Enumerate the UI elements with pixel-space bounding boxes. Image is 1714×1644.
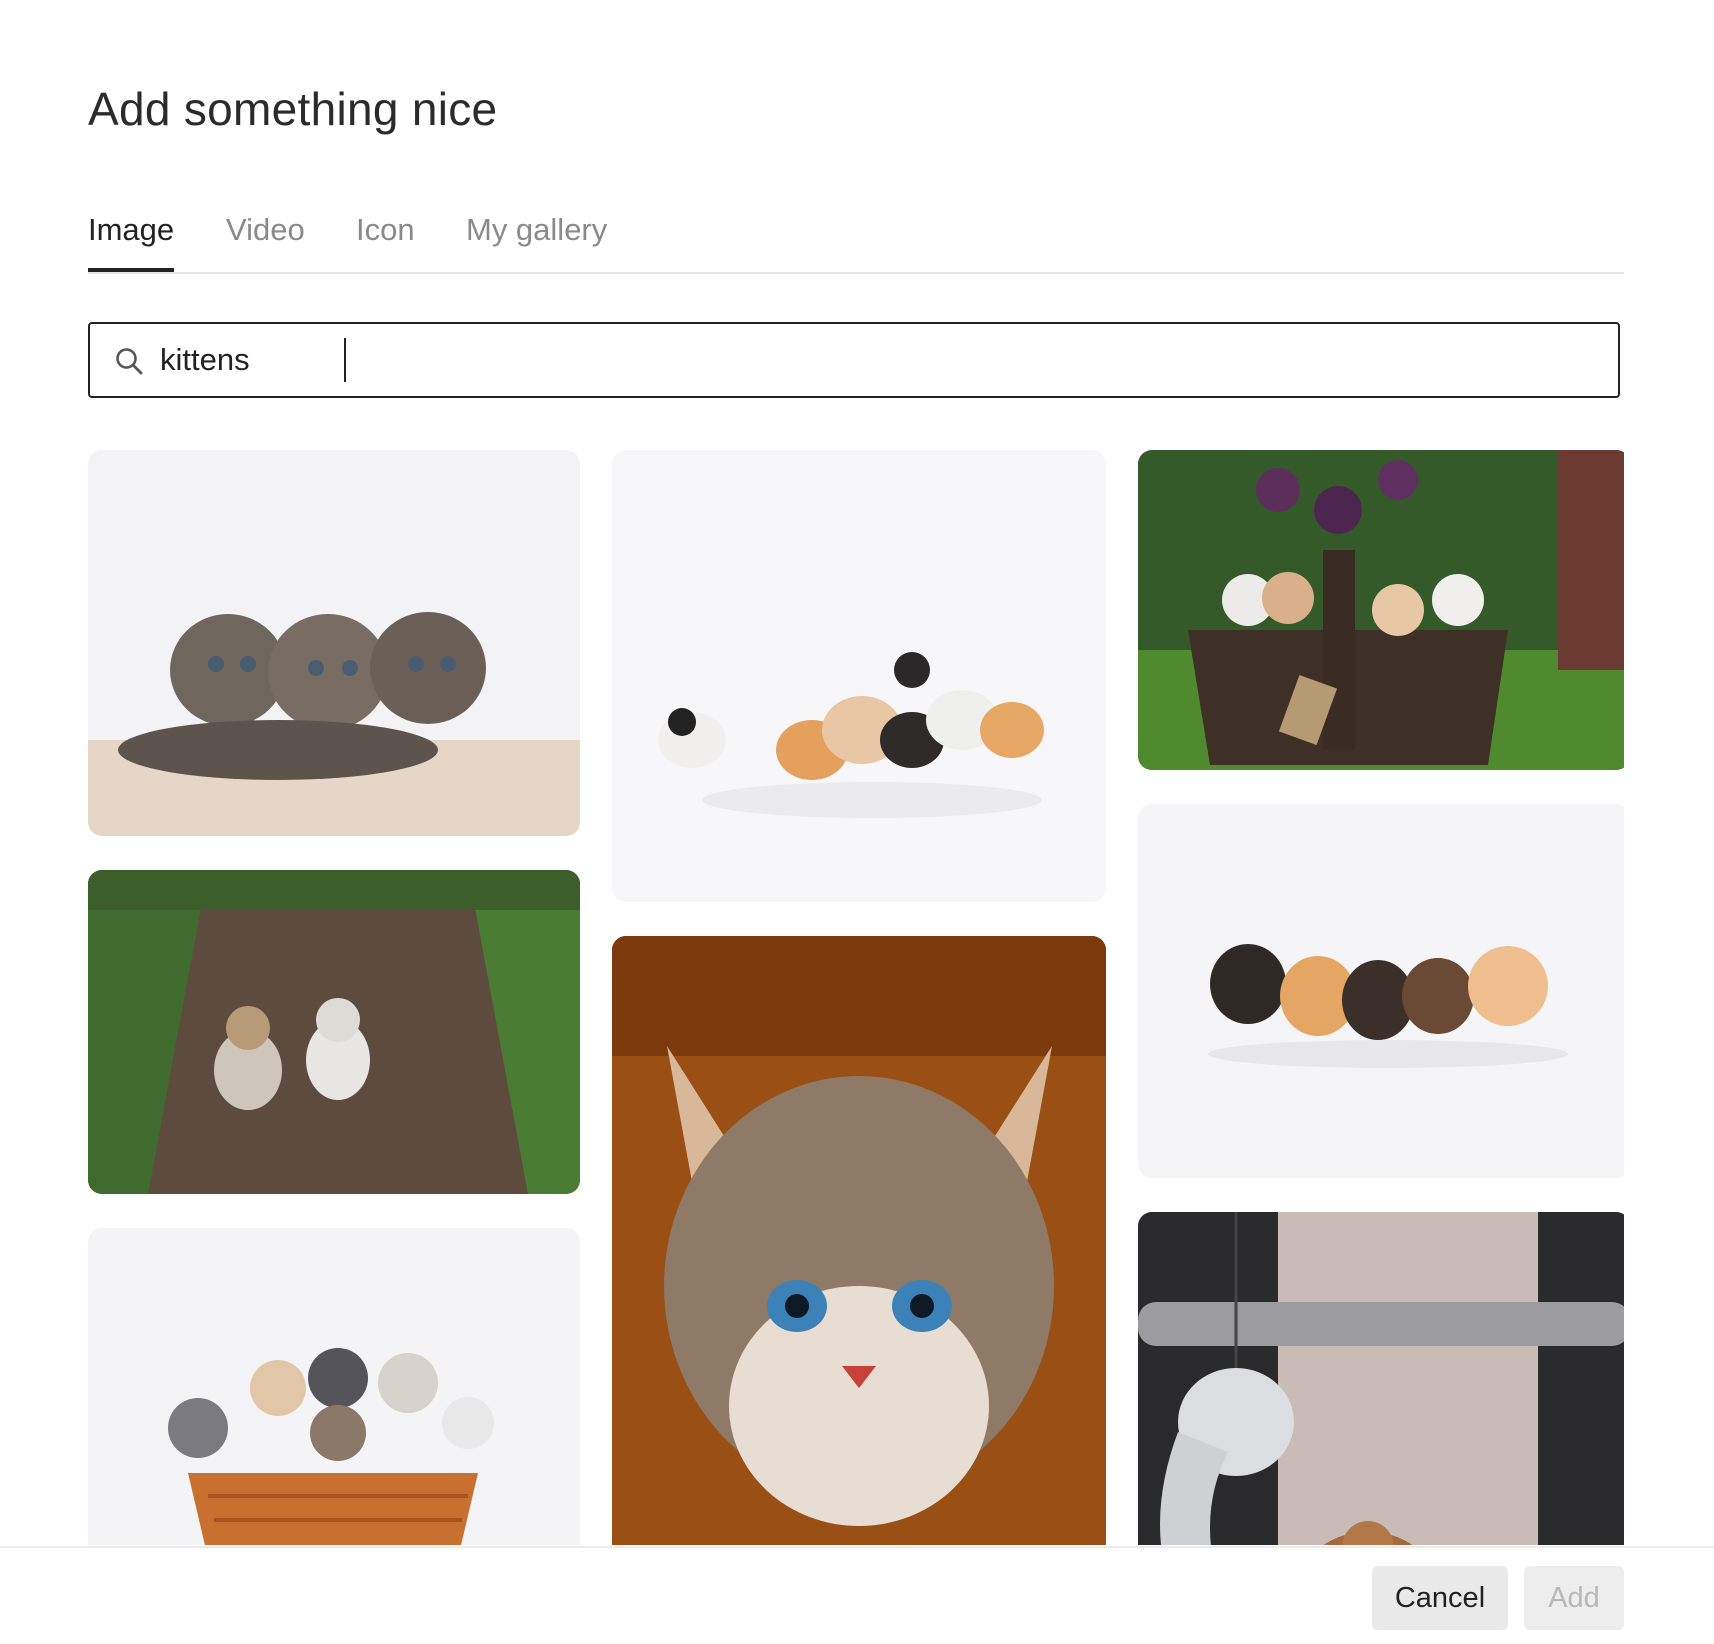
- image-result-kitten-closeup[interactable]: [612, 936, 1106, 1545]
- tab-icon[interactable]: Icon: [356, 212, 415, 270]
- image-results-grid: [88, 450, 1624, 1545]
- image-result-kittens-path[interactable]: [88, 870, 580, 1194]
- cancel-button[interactable]: Cancel: [1372, 1566, 1508, 1630]
- tab-video[interactable]: Video: [226, 212, 305, 270]
- add-button[interactable]: Add: [1524, 1566, 1624, 1630]
- image-result-kittens-orange-basket[interactable]: [88, 1228, 580, 1545]
- search-icon: [114, 346, 144, 376]
- image-result-kittens-three-tabby[interactable]: [88, 450, 580, 836]
- dialog-title: Add something nice: [88, 83, 498, 135]
- dialog-footer: Cancel Add: [0, 1546, 1714, 1644]
- image-result-kittens-group-white[interactable]: [612, 450, 1106, 902]
- tab-my-gallery[interactable]: My gallery: [466, 212, 607, 270]
- search-box[interactable]: [88, 322, 1620, 398]
- tab-image[interactable]: Image: [88, 212, 175, 272]
- add-media-dialog: Add something nice Image Video Icon My g…: [0, 0, 1714, 1644]
- media-tabs: Image Video Icon My gallery: [88, 212, 1624, 274]
- image-result-kittens-basket-garden[interactable]: [1138, 450, 1624, 770]
- image-result-kittens-row-white[interactable]: [1138, 804, 1624, 1178]
- search-input[interactable]: [160, 334, 1580, 386]
- text-caret: [344, 338, 346, 382]
- image-result-kitten-cat-tree[interactable]: [1138, 1212, 1624, 1545]
